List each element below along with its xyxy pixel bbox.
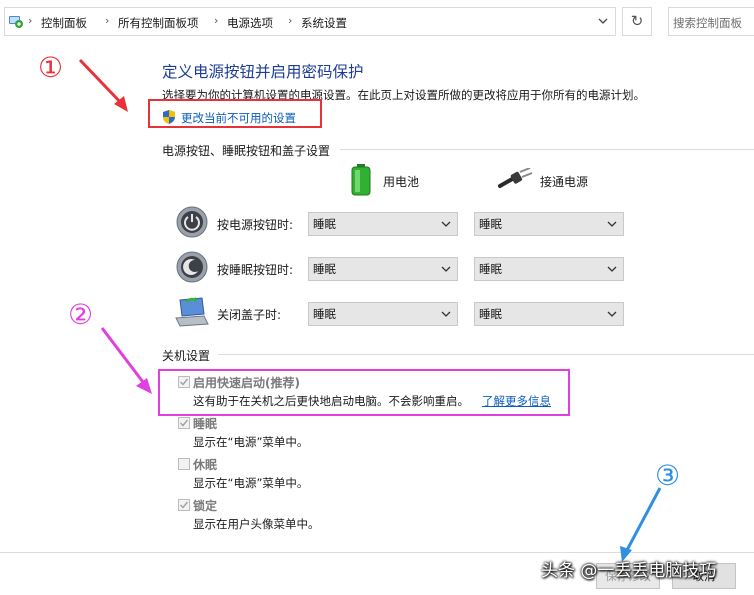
lock-checkbox[interactable] bbox=[178, 499, 190, 511]
chevron-down-icon bbox=[440, 303, 452, 325]
annotation-arrow-red bbox=[78, 58, 128, 112]
search-input[interactable] bbox=[671, 9, 754, 36]
sleep-button-label: 按睡眠按钮时: bbox=[217, 263, 294, 277]
chevron-down-icon bbox=[440, 213, 452, 235]
sleep-button-battery-select[interactable]: 睡眠 bbox=[308, 257, 458, 281]
chevron-down-icon bbox=[606, 303, 618, 325]
battery-column-heading: 用电池 bbox=[383, 175, 420, 189]
sleep-button-plugged-value: 睡眠 bbox=[479, 262, 502, 276]
power-button-plugged-select[interactable]: 睡眠 bbox=[474, 212, 624, 236]
hibernate-option-label: 休眠 bbox=[193, 458, 218, 472]
breadcrumb-control-panel[interactable]: 控制面板 bbox=[41, 15, 87, 31]
lid-close-battery-value: 睡眠 bbox=[313, 307, 336, 321]
breadcrumb-separator-icon: › bbox=[288, 14, 293, 27]
laptop-lid-icon bbox=[174, 296, 210, 331]
annotation-number-1: ① bbox=[38, 51, 64, 84]
sleep-button-battery-value: 睡眠 bbox=[313, 262, 336, 276]
refresh-icon[interactable]: ↻ bbox=[622, 7, 652, 36]
sleep-checkbox[interactable] bbox=[178, 417, 190, 429]
breadcrumb-separator-icon: › bbox=[105, 14, 110, 27]
annotation-arrow-blue bbox=[620, 487, 662, 562]
power-button-battery-select[interactable]: 睡眠 bbox=[308, 212, 458, 236]
power-button-icon bbox=[176, 206, 208, 241]
power-button-plugged-value: 睡眠 bbox=[479, 217, 502, 231]
breadcrumb-separator-icon: › bbox=[214, 14, 219, 27]
chevron-down-icon bbox=[440, 258, 452, 280]
breadcrumb-separator-icon: › bbox=[28, 14, 33, 27]
control-panel-icon bbox=[8, 13, 24, 32]
annotation-red-box bbox=[148, 99, 322, 128]
sleep-option-label: 睡眠 bbox=[193, 417, 218, 431]
lid-close-battery-select[interactable]: 睡眠 bbox=[308, 302, 458, 326]
lid-close-plugged-select[interactable]: 睡眠 bbox=[474, 302, 624, 326]
section-divider bbox=[218, 354, 754, 355]
plugged-in-column-heading: 接通电源 bbox=[540, 175, 589, 189]
lid-close-plugged-value: 睡眠 bbox=[479, 307, 502, 321]
lock-option-label: 锁定 bbox=[193, 499, 218, 513]
breadcrumb-system-settings[interactable]: 系统设置 bbox=[301, 15, 347, 31]
address-path[interactable]: › 控制面板 › 所有控制面板项 › 电源选项 › 系统设置 bbox=[4, 7, 616, 36]
breadcrumb-all-items[interactable]: 所有控制面板项 bbox=[118, 15, 199, 31]
annotation-number-2: ② bbox=[68, 298, 94, 331]
sleep-option-description: 显示在“电源”菜单中。 bbox=[193, 435, 309, 449]
power-button-label: 按电源按钮时: bbox=[217, 218, 294, 232]
chevron-down-icon[interactable] bbox=[594, 12, 612, 30]
battery-icon bbox=[350, 164, 372, 199]
watermark-text: 头条 @一丢丢电脑技巧 bbox=[541, 561, 717, 581]
chevron-down-icon bbox=[606, 258, 618, 280]
search-box[interactable] bbox=[668, 7, 754, 36]
address-bar: › 控制面板 › 所有控制面板项 › 电源选项 › 系统设置 ↻ bbox=[0, 0, 754, 44]
sleep-button-plugged-select[interactable]: 睡眠 bbox=[474, 257, 624, 281]
annotation-magenta-box bbox=[158, 369, 570, 416]
page-title: 定义电源按钮并启用密码保护 bbox=[162, 63, 364, 81]
power-plug-icon bbox=[498, 167, 534, 193]
section-divider bbox=[340, 149, 754, 150]
shutdown-section-title: 关机设置 bbox=[162, 349, 211, 363]
power-section-title: 电源按钮、睡眠按钮和盖子设置 bbox=[162, 144, 331, 158]
lock-option-description: 显示在用户头像菜单中。 bbox=[193, 517, 320, 531]
power-button-battery-value: 睡眠 bbox=[313, 217, 336, 231]
sleep-button-icon bbox=[176, 251, 208, 286]
annotation-arrow-magenta bbox=[100, 327, 152, 394]
breadcrumb-power-options[interactable]: 电源选项 bbox=[227, 15, 273, 31]
hibernate-option-description: 显示在“电源”菜单中。 bbox=[193, 476, 309, 490]
chevron-down-icon bbox=[606, 213, 618, 235]
lid-close-label: 关闭盖子时: bbox=[217, 308, 282, 322]
hibernate-checkbox[interactable] bbox=[178, 458, 190, 470]
